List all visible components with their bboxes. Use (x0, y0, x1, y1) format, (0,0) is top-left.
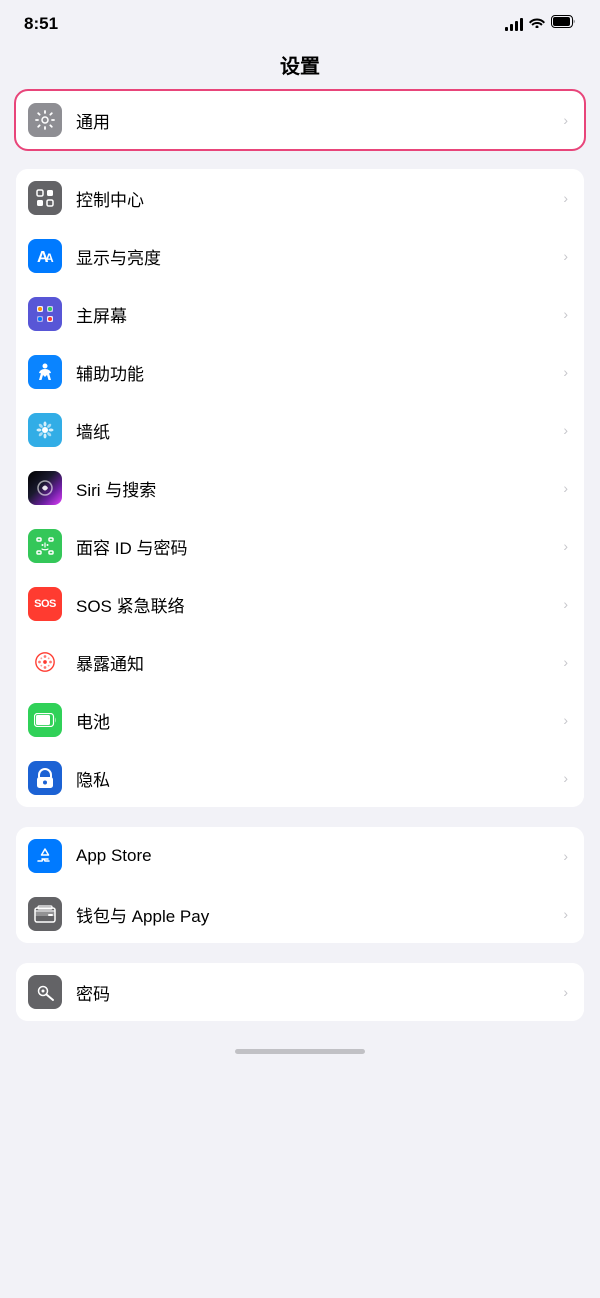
control-center-chevron: › (563, 190, 568, 206)
wallet-chevron: › (563, 906, 568, 922)
general-section: 通用 › (16, 91, 584, 149)
accessibility-label: 辅助功能 (76, 360, 559, 385)
wallet-label: 钱包与 Apple Pay (76, 902, 559, 927)
settings-row-app-store[interactable]: App Store › (16, 827, 584, 885)
sos-label: SOS 紧急联络 (76, 592, 559, 617)
settings-row-privacy[interactable]: 隐私 › (16, 749, 584, 807)
wallpaper-label: 墙纸 (76, 418, 559, 443)
settings-row-exposure[interactable]: 暴露通知 › (16, 633, 584, 691)
settings-row-wallet[interactable]: 钱包与 Apple Pay › (16, 885, 584, 943)
home-screen-chevron: › (563, 306, 568, 322)
store-section: App Store › 钱包与 Apple Pay › (16, 827, 584, 943)
settings-row-battery[interactable]: 电池 › (16, 691, 584, 749)
settings-row-wallpaper[interactable]: 墙纸 › (16, 401, 584, 459)
wallpaper-icon (28, 413, 62, 447)
face-id-label: 面容 ID 与密码 (76, 534, 559, 559)
status-bar: 8:51 (0, 0, 600, 42)
exposure-icon (28, 645, 62, 679)
display-icon: A A (28, 239, 62, 273)
control-center-icon (28, 181, 62, 215)
general-label: 通用 (76, 108, 559, 133)
settings-row-siri[interactable]: Siri 与搜索 › (16, 459, 584, 517)
privacy-label: 隐私 (76, 766, 559, 791)
status-time: 8:51 (24, 14, 58, 34)
battery-icon (551, 15, 576, 33)
settings-row-display[interactable]: A A 显示与亮度 › (16, 227, 584, 285)
battery-chevron: › (563, 712, 568, 728)
exposure-label: 暴露通知 (76, 650, 559, 675)
app-store-icon (28, 839, 62, 873)
status-icons (505, 15, 576, 33)
wallpaper-chevron: › (563, 422, 568, 438)
settings-row-home-screen[interactable]: 主屏幕 › (16, 285, 584, 343)
face-id-chevron: › (563, 538, 568, 554)
privacy-icon (28, 761, 62, 795)
password-chevron: › (563, 984, 568, 1000)
siri-label: Siri 与搜索 (76, 476, 559, 501)
general-icon (28, 103, 62, 137)
battery-label: 电池 (76, 708, 559, 733)
home-indicator (0, 1041, 600, 1058)
sos-icon: SOS (28, 587, 62, 621)
accessibility-chevron: › (563, 364, 568, 380)
siri-chevron: › (563, 480, 568, 496)
password-label: 密码 (76, 980, 559, 1005)
wifi-icon (529, 15, 545, 33)
settings-row-accessibility[interactable]: 辅助功能 › (16, 343, 584, 401)
svg-text:A: A (45, 251, 54, 265)
face-id-icon (28, 529, 62, 563)
control-center-label: 控制中心 (76, 186, 559, 211)
exposure-chevron: › (563, 654, 568, 670)
password-section: 密码 › (16, 963, 584, 1021)
wallet-icon (28, 897, 62, 931)
settings-row-passwords[interactable]: 密码 › (16, 963, 584, 1021)
general-chevron: › (563, 112, 568, 128)
signal-icon (505, 17, 523, 31)
home-screen-icon (28, 297, 62, 331)
settings-row-sos[interactable]: SOS SOS 紧急联络 › (16, 575, 584, 633)
privacy-chevron: › (563, 770, 568, 786)
display-chevron: › (563, 248, 568, 264)
settings-row-general[interactable]: 通用 › (16, 91, 584, 149)
app-store-chevron: › (563, 848, 568, 864)
settings-row-control-center[interactable]: 控制中心 › (16, 169, 584, 227)
battery-row-icon (28, 703, 62, 737)
password-icon (28, 975, 62, 1009)
sos-chevron: › (563, 596, 568, 612)
app-store-label: App Store (76, 846, 559, 866)
page-title: 设置 (0, 42, 600, 91)
display-section: 控制中心 › A A 显示与亮度 › (16, 169, 584, 807)
accessibility-icon (28, 355, 62, 389)
display-label: 显示与亮度 (76, 244, 559, 269)
home-screen-label: 主屏幕 (76, 302, 559, 327)
home-indicator-bar (235, 1049, 365, 1054)
settings-row-face-id[interactable]: 面容 ID 与密码 › (16, 517, 584, 575)
siri-icon (28, 471, 62, 505)
